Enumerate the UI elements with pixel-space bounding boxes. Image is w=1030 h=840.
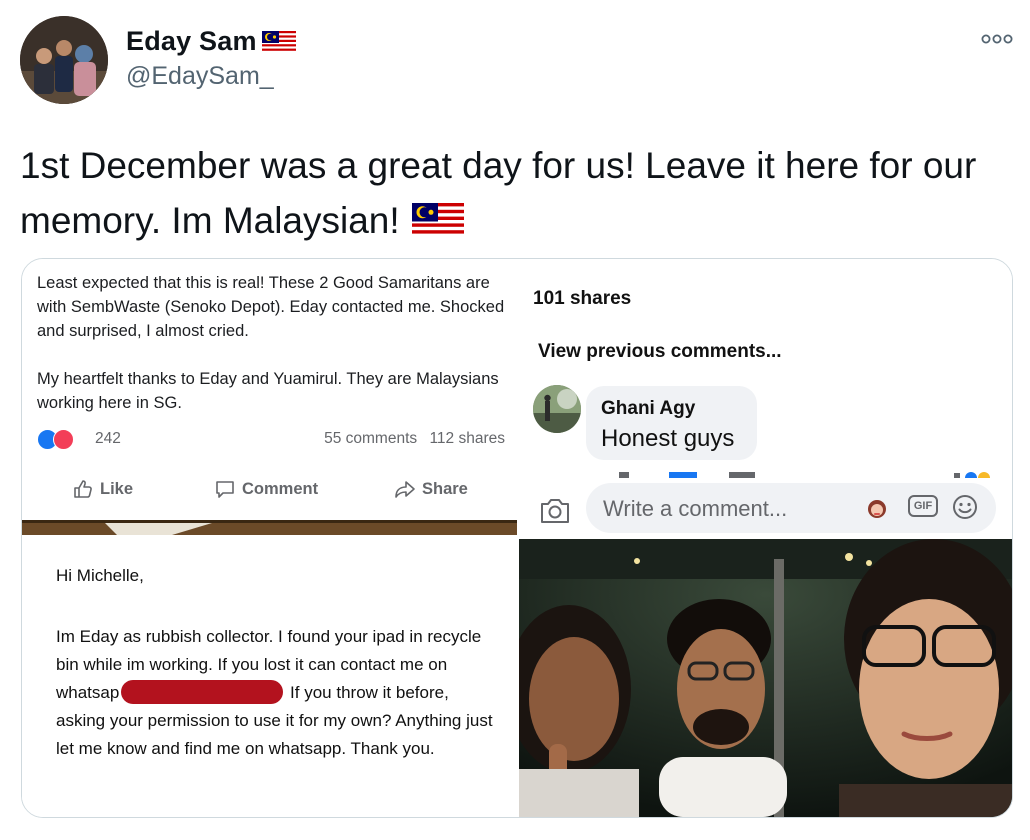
like-label: Like [100,479,134,498]
comment-bubble: Ghani Agy Honest guys [586,386,757,460]
share-button[interactable]: Share [394,471,468,507]
comment-button[interactable]: Comment [214,471,318,507]
thumbs-up-icon [74,480,92,498]
comment-author[interactable]: Ghani Agy [601,398,695,420]
malaysia-flag-icon [262,31,296,53]
tweet-text-content: 1st December was a great day for us! Lea… [20,145,977,241]
author-handle[interactable]: @EdaySam_ [126,62,274,91]
emoji-icon[interactable] [952,494,978,520]
comment-icon [216,481,234,498]
comment-label: Comment [242,479,319,498]
like-button[interactable]: Like [72,471,133,507]
comment-meta-cut [599,464,1009,478]
share-icon [395,481,415,498]
malaysia-flag-icon [411,203,464,237]
fb-comments-image[interactable]: 101 shares View previous comments... Gha… [519,259,1012,537]
fb-post-stats: 55 comments 112 shares [316,430,505,448]
email-message: Hi Michelle, Im Eday as rubbish collecto… [22,535,517,817]
comment-text: Honest guys [601,425,735,452]
comment-input-placeholder: Write a comment... [603,496,788,521]
love-reaction-icon [53,429,74,450]
commenter-avatar [533,385,581,433]
comments-count: 55 comments [324,430,418,447]
author-avatar[interactable] [20,16,108,104]
avatar-sticker-icon[interactable] [866,496,888,520]
fb-action-bar: Like Comment Share [22,471,517,507]
email-greeting: Hi Michelle, [56,566,144,585]
author-name[interactable]: Eday Sam [126,26,257,57]
fb-post-text: Least expected that this is real! These … [37,274,505,412]
comment-input[interactable]: Write a comment... GIF [586,483,996,533]
tweet-text: 1st December was a great day for us! Lea… [20,138,1000,248]
camera-icon[interactable] [539,497,571,525]
redaction-mark [121,680,284,704]
share-label: Share [422,479,468,498]
shares-count: 101 shares [533,288,632,309]
more-dots-icon[interactable] [980,32,1014,46]
post-photo-edge [22,520,517,535]
reactions-count: 242 [95,430,121,447]
fb-post-image[interactable]: Least expected that this is real! These … [22,259,517,817]
selfie-photo[interactable] [519,539,1012,817]
email-body: Im Eday as rubbish collector. I found yo… [56,623,496,763]
gif-button[interactable]: GIF [908,495,938,517]
view-previous-comments[interactable]: View previous comments... [538,341,782,363]
tweet-media[interactable]: Least expected that this is real! These … [21,258,1013,818]
shares-count: 112 shares [429,430,505,447]
